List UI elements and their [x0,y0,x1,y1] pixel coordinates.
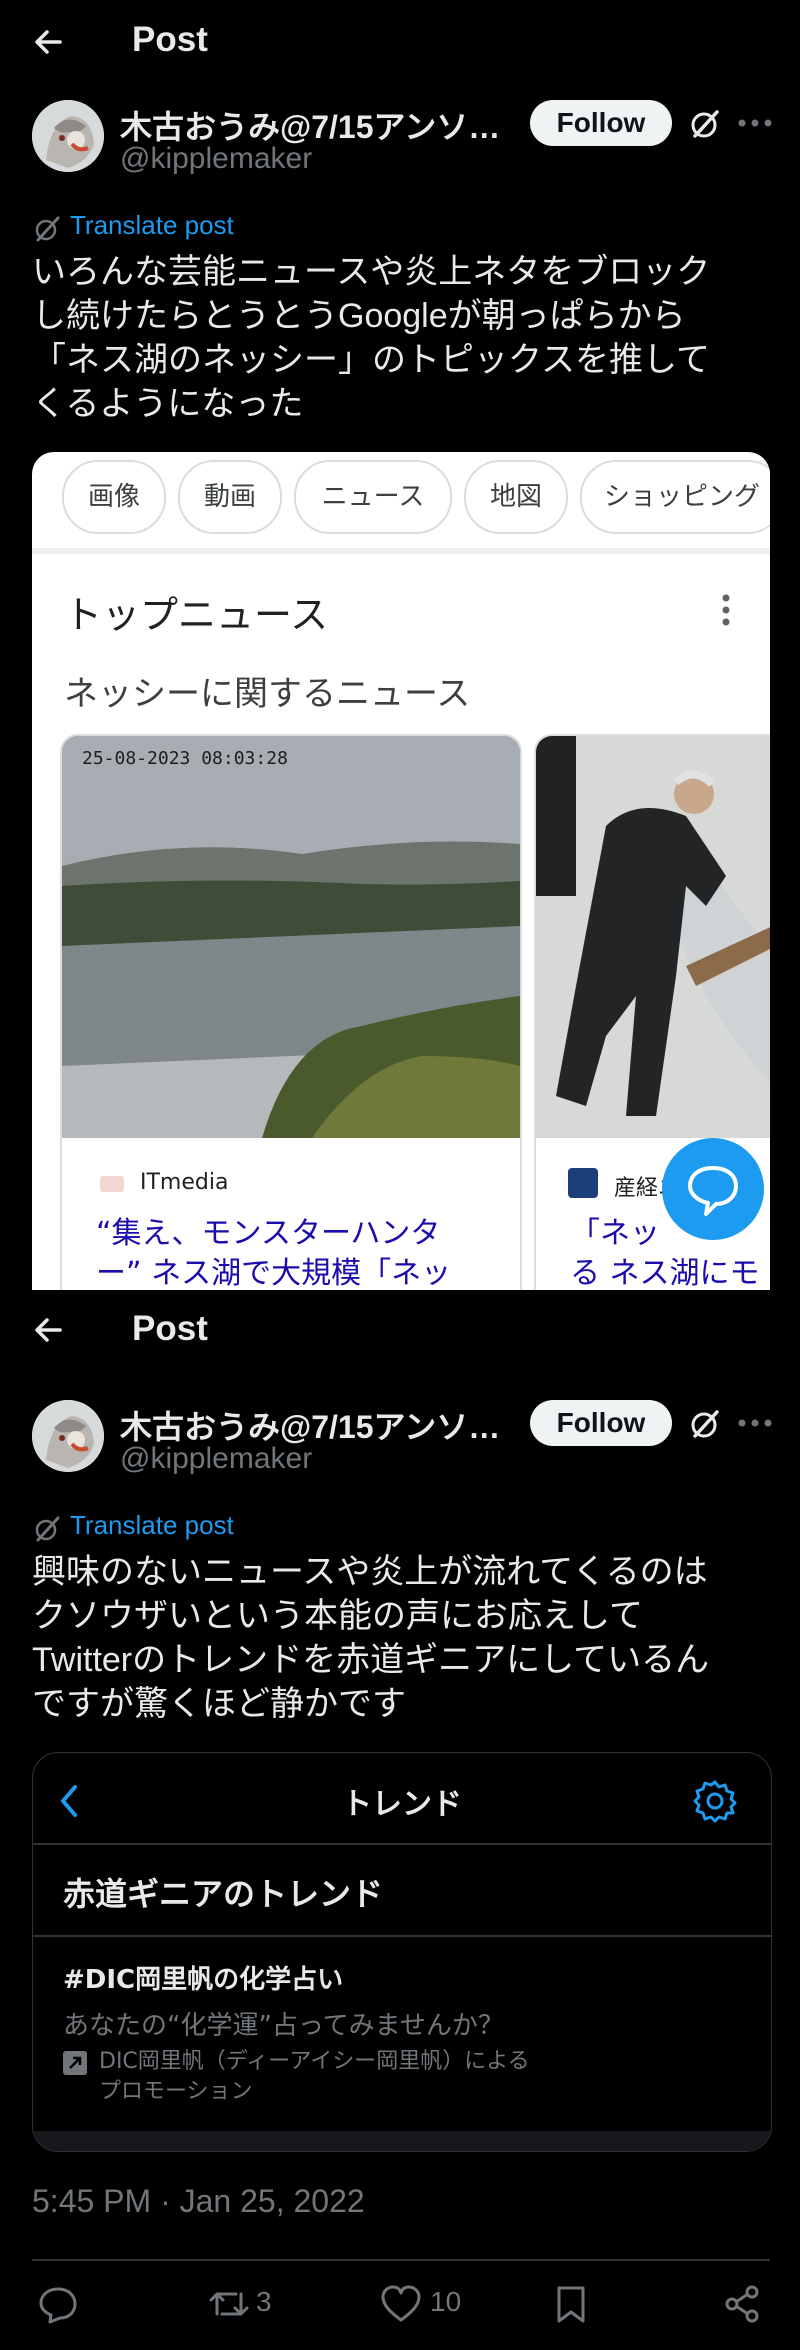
back-arrow-icon[interactable] [30,24,66,60]
trends-title: トレンド [342,1787,462,1822]
divider [32,548,770,554]
trend-description: あなたの“化学運”占ってみませんか？ [63,2011,504,2041]
more-icon[interactable] [738,1418,772,1428]
promoted-icon [63,2051,87,2075]
grok-icon[interactable] [687,106,723,142]
itmedia-logo [100,1176,124,1192]
post-timestamp[interactable]: 5:45 PM · Jan 25, 2022 [32,2183,365,2220]
translate-post-link[interactable]: Translate post [70,210,234,241]
chip-images: 画像 [62,460,166,534]
second-header: Post [0,1290,800,1374]
like-count: 10 [430,2286,462,2317]
top-header: Post [0,0,800,84]
page-title: Post [132,1309,208,1348]
section-title: ネッシーに関するニュース [64,674,471,714]
top-news-heading: トップニュース [64,593,329,637]
cam-timestamp: 25-08-2023 08:03:28 [82,748,288,769]
follow-button[interactable]: Follow [530,100,672,146]
retweet-icon[interactable] [208,2284,250,2324]
news-source: ITmedia [140,1170,229,1195]
compose-fab[interactable] [662,1138,764,1240]
embedded-image[interactable]: 画像 動画 ニュース 地図 ショッピング トップニュース ネッシーに関するニュー… [32,452,770,1290]
kebab-icon [722,594,730,626]
divider [33,1935,771,1937]
man-on-boat-photo [536,736,770,1138]
avatar[interactable] [32,100,104,172]
loch-ness-photo [62,736,520,1138]
chip-shopping: ショッピング [580,460,770,534]
gear-icon [693,1780,737,1823]
chip-videos: 動画 [178,460,282,534]
divider [33,2131,771,2151]
translate-icon [35,216,60,242]
share-icon[interactable] [722,2284,762,2324]
user-handle[interactable]: @kipplemaker [120,1442,312,1476]
chat-fab-icon [688,1166,738,1216]
translate-icon [35,1516,60,1542]
chip-news: ニュース [294,460,452,534]
like-icon[interactable] [380,2284,422,2324]
trends-heading: 赤道ギニアのトレンド [63,1875,384,1913]
back-arrow-icon[interactable] [30,1312,66,1348]
retweet-count: 3 [256,2286,272,2317]
translate-post-link[interactable]: Translate post [70,1510,234,1541]
reply-icon[interactable] [38,2284,78,2324]
bookmark-icon[interactable] [554,2284,588,2324]
trend-tag: #DIC岡里帆の化学占い [63,1965,344,1995]
chip-maps: 地図 [464,460,568,534]
user-handle[interactable]: @kipplemaker [120,142,312,176]
sankei-logo [568,1168,598,1198]
grok-icon[interactable] [687,1406,723,1442]
trend-promotion: DIC岡里帆（ディーアイシー岡里帆）による プロモーション [99,2049,530,2104]
embedded-image[interactable]: トレンド 赤道ギニアのトレンド #DIC岡里帆の化学占い あなたの“化学運”占っ… [32,1752,772,2152]
divider [33,1843,771,1845]
post-text: いろんな芸能ニュースや炎上ネタをブロック し続けたらとうとうGoogleが朝っぱ… [32,253,711,423]
page-title: Post [132,20,208,59]
divider [32,2259,770,2261]
news-headline: “集え、モンスターハンタ ー” ネス湖で大規模「ネッ [96,1216,452,1290]
avatar[interactable] [32,1400,104,1472]
post-text: 興味のないニュースや炎上が流れてくるのは クソウザいという本能の声にお応えして … [32,1553,710,1723]
follow-button[interactable]: Follow [530,1400,672,1446]
more-icon[interactable] [738,118,772,128]
news-card: 25-08-2023 08:03:28 ITmedia “集え、モンスターハンタ… [60,734,522,1290]
